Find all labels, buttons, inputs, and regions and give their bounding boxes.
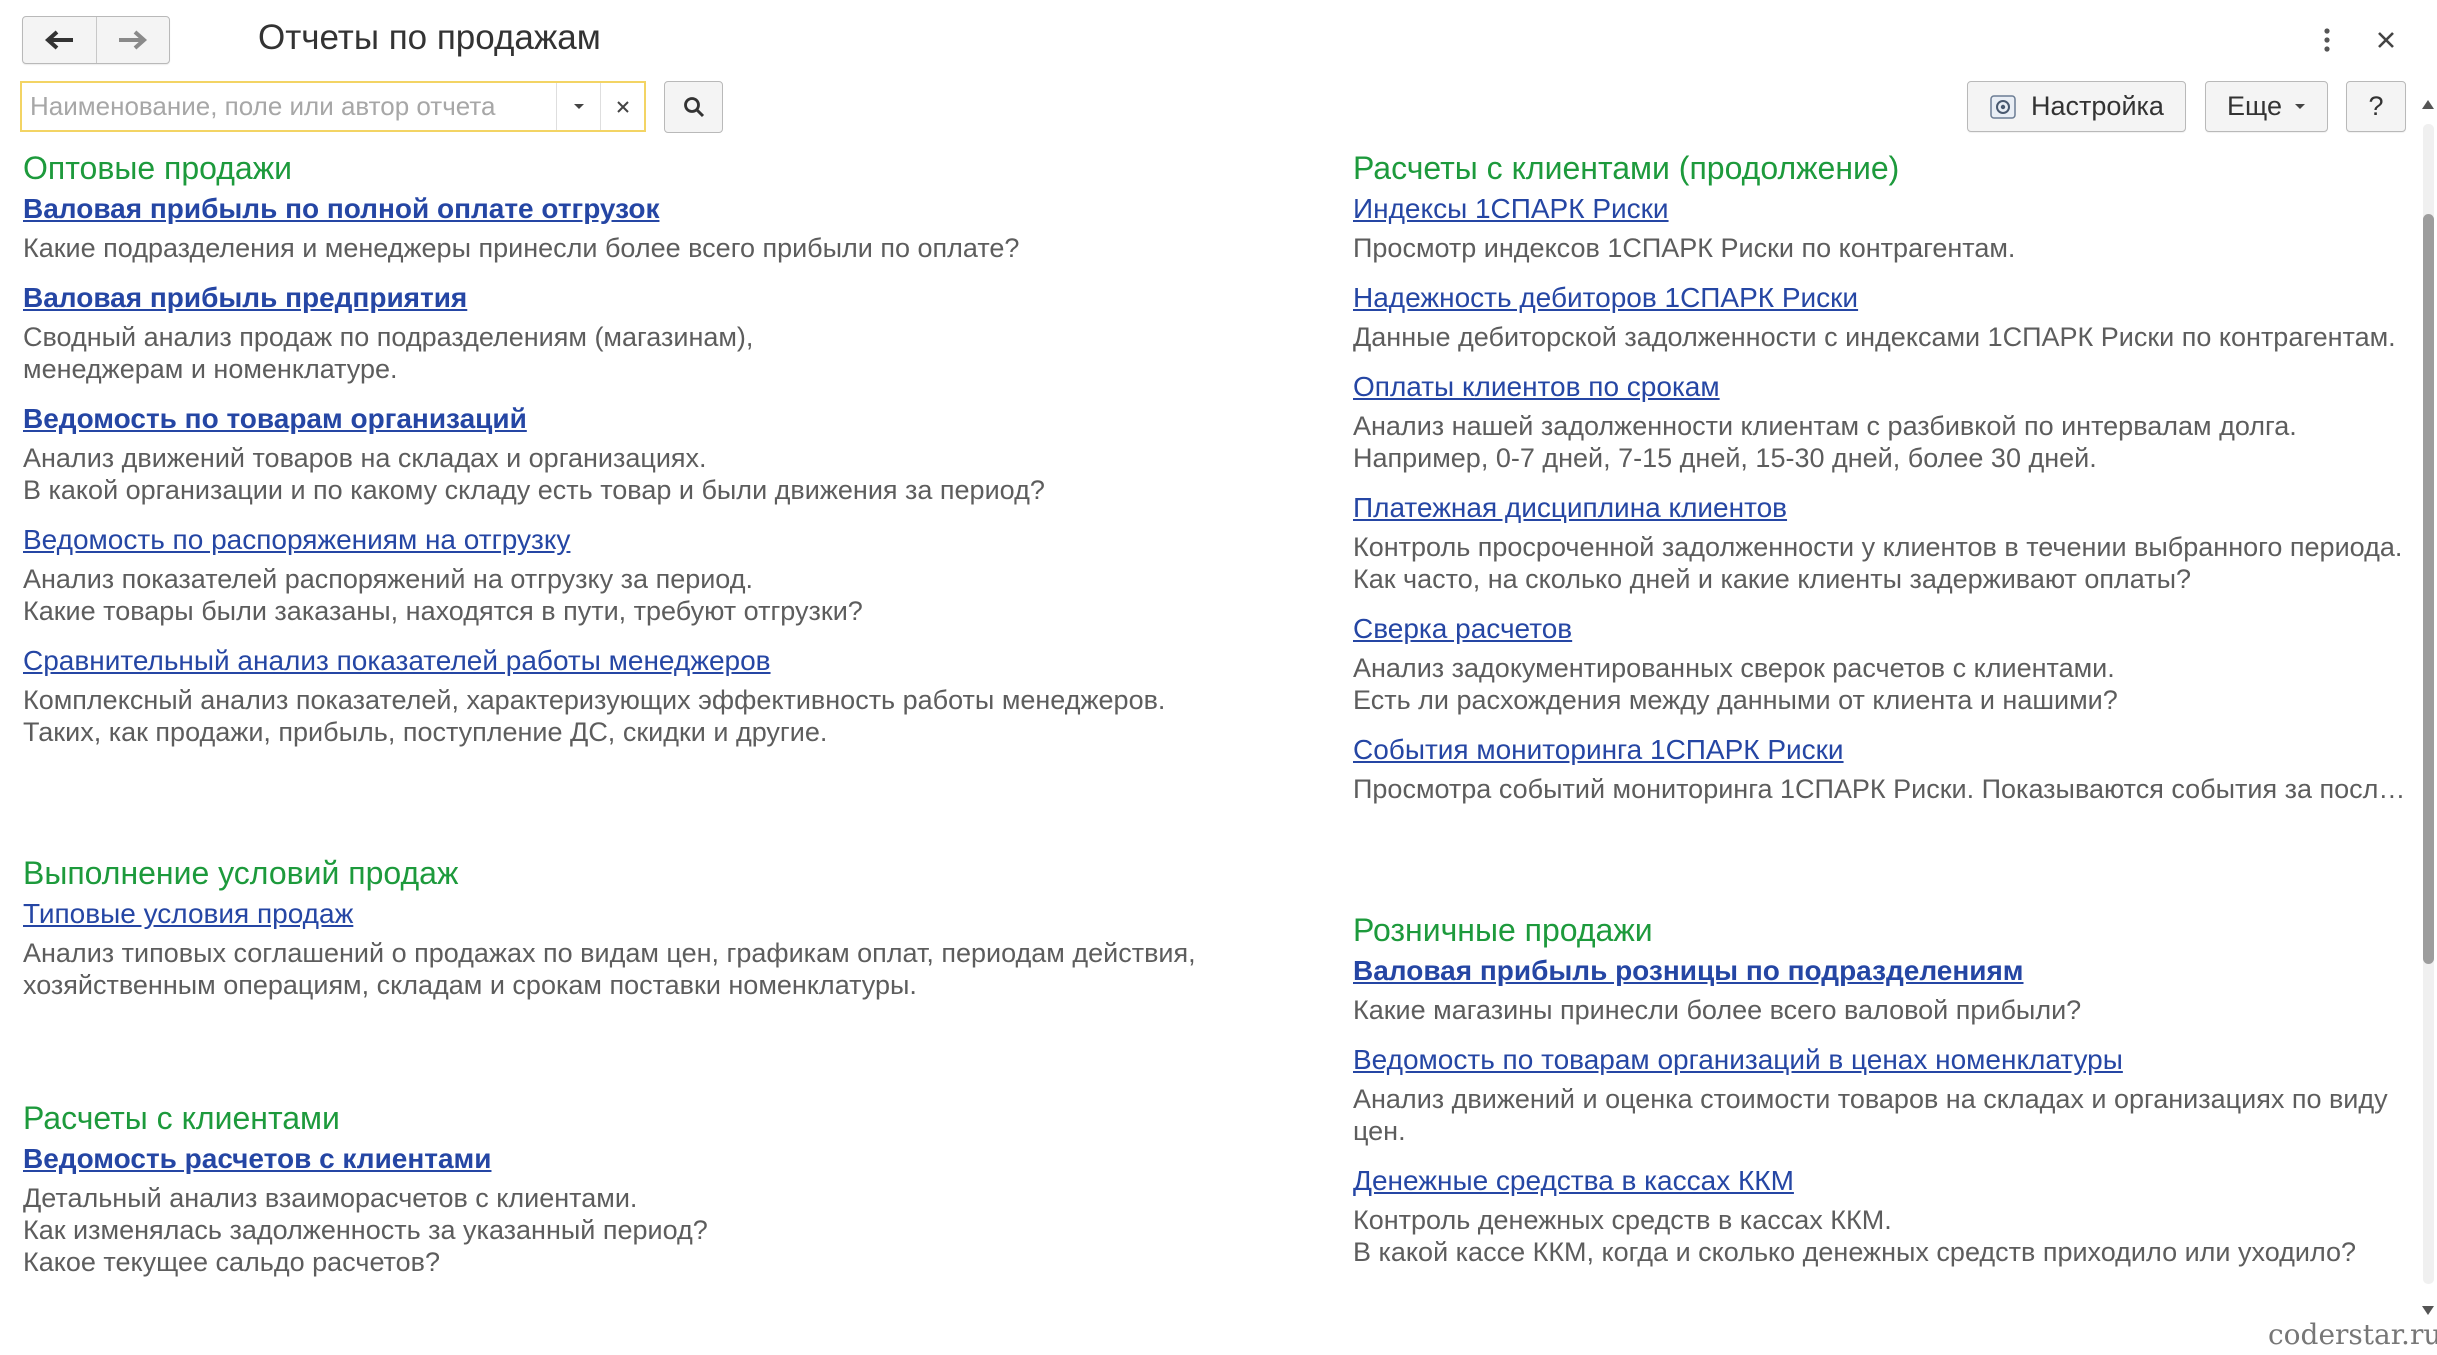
report-link[interactable]: Ведомость по товарам организаций bbox=[23, 400, 527, 438]
search-icon bbox=[683, 97, 704, 118]
right-report-column: Расчеты с клиентами (продолжение) Индекс… bbox=[1353, 146, 2408, 1283]
section-title: Расчеты с клиентами bbox=[23, 1100, 340, 1136]
report-description: Анализ движений товаров на складах и орг… bbox=[23, 443, 1045, 505]
report-link[interactable]: Валовая прибыль по полной оплате отгрузо… bbox=[23, 190, 659, 228]
report-link[interactable]: Ведомость по распоряжениям на отгрузку bbox=[23, 521, 570, 559]
search-input[interactable] bbox=[22, 82, 556, 131]
search-dropdown-button[interactable] bbox=[556, 83, 600, 130]
back-button[interactable] bbox=[23, 17, 96, 63]
report-link[interactable]: Платежная дисциплина клиентов bbox=[1353, 489, 1787, 527]
report-link[interactable]: Индексы 1СПАРК Риски bbox=[1353, 190, 1669, 228]
section-wholesale: Оптовые продажи Валовая прибыль по полно… bbox=[23, 146, 1303, 748]
scroll-up-icon[interactable] bbox=[2422, 100, 2434, 109]
report-link[interactable]: Сверка расчетов bbox=[1353, 610, 1572, 648]
report-description: Анализ типовых соглашений о продажах по … bbox=[23, 938, 1196, 1000]
arrow-left-icon bbox=[45, 30, 74, 50]
report-link[interactable]: Валовая прибыль предприятия bbox=[23, 279, 467, 317]
arrow-right-icon bbox=[118, 30, 147, 50]
settings-icon bbox=[1990, 94, 2016, 119]
vertical-scrollbar[interactable] bbox=[2418, 84, 2437, 1334]
report-link[interactable]: Ведомость по товарам организаций в ценах… bbox=[1353, 1041, 2123, 1079]
report-description: Сводный анализ продаж по подразделениям … bbox=[23, 322, 754, 384]
scroll-down-icon[interactable] bbox=[2422, 1306, 2434, 1315]
report-description: Просмотра событий мониторинга 1СПАРК Рис… bbox=[1353, 774, 2406, 804]
report-description: Комплексный анализ показателей, характер… bbox=[23, 685, 1166, 747]
report-link[interactable]: Сравнительный анализ показателей работы … bbox=[23, 642, 771, 680]
search-clear-button[interactable] bbox=[600, 83, 644, 130]
more-button-label: Еще bbox=[2227, 91, 2282, 121]
settings-button-label: Настройка bbox=[2031, 91, 2164, 121]
section-sales-conditions: Выполнение условий продаж Типовые услови… bbox=[23, 851, 1303, 1001]
vertical-dots-icon bbox=[2324, 28, 2330, 52]
report-link[interactable]: Оплаты клиентов по срокам bbox=[1353, 368, 1720, 406]
more-actions-button[interactable] bbox=[2307, 20, 2347, 60]
clear-icon bbox=[616, 100, 629, 113]
section-title: Оптовые продажи bbox=[23, 150, 292, 186]
page-title: Отчеты по продажам bbox=[258, 18, 601, 57]
navigation-buttons bbox=[22, 16, 170, 64]
report-link[interactable]: Ведомость расчетов с клиентами bbox=[23, 1140, 491, 1178]
report-description: Контроль денежных средств в кассах ККМ. … bbox=[1353, 1205, 2357, 1267]
report-link[interactable]: Валовая прибыль розницы по подразделения… bbox=[1353, 952, 2024, 990]
section-client-settlements-continued: Расчеты с клиентами (продолжение) Индекс… bbox=[1353, 146, 2408, 805]
section-retail: Розничные продажи Валовая прибыль розниц… bbox=[1353, 908, 2408, 1268]
left-report-column: Оптовые продажи Валовая прибыль по полно… bbox=[23, 146, 1303, 1293]
settings-button[interactable]: Настройка bbox=[1967, 81, 2186, 132]
help-button-label: ? bbox=[2368, 91, 2384, 121]
section-client-settlements: Расчеты с клиентами Ведомость расчетов с… bbox=[23, 1096, 1303, 1278]
forward-button[interactable] bbox=[95, 17, 170, 63]
report-description: Анализ нашей задолженности клиентам с ра… bbox=[1353, 411, 2297, 473]
close-button[interactable] bbox=[2366, 20, 2406, 60]
report-description: Анализ движений и оценка стоимости товар… bbox=[1353, 1084, 2388, 1146]
report-link[interactable]: События мониторинга 1СПАРК Риски bbox=[1353, 731, 1844, 769]
more-button[interactable]: Еще bbox=[2205, 81, 2328, 132]
chevron-down-icon bbox=[573, 103, 584, 109]
report-description: Какие магазины принесли более всего вало… bbox=[1353, 995, 2082, 1025]
watermark: coderstar.ru bbox=[2268, 1318, 2437, 1351]
report-description: Данные дебиторской задолженности с индек… bbox=[1353, 322, 2396, 352]
search-field bbox=[20, 81, 646, 132]
report-description: Анализ показателей распоряжений на отгру… bbox=[23, 564, 863, 626]
help-button[interactable]: ? bbox=[2346, 81, 2406, 132]
report-description: Анализ задокументированных сверок расчет… bbox=[1353, 653, 2118, 715]
scrollbar-thumb[interactable] bbox=[2423, 214, 2434, 964]
report-description: Детальный анализ взаиморасчетов с клиент… bbox=[23, 1183, 708, 1277]
section-title: Расчеты с клиентами (продолжение) bbox=[1353, 150, 1900, 186]
report-link[interactable]: Типовые условия продаж bbox=[23, 895, 353, 933]
report-description: Контроль просроченной задолженности у кл… bbox=[1353, 532, 2403, 594]
chevron-down-icon bbox=[2294, 103, 2305, 109]
close-icon bbox=[2378, 32, 2394, 48]
section-title: Розничные продажи bbox=[1353, 912, 1653, 948]
section-title: Выполнение условий продаж bbox=[23, 855, 459, 891]
report-description: Какие подразделения и менеджеры принесли… bbox=[23, 233, 1020, 263]
report-link[interactable]: Денежные средства в кассах ККМ bbox=[1353, 1162, 1794, 1200]
report-description: Просмотр индексов 1СПАРК Риски по контра… bbox=[1353, 233, 2016, 263]
search-button[interactable] bbox=[664, 81, 723, 133]
report-link[interactable]: Надежность дебиторов 1СПАРК Риски bbox=[1353, 279, 1858, 317]
